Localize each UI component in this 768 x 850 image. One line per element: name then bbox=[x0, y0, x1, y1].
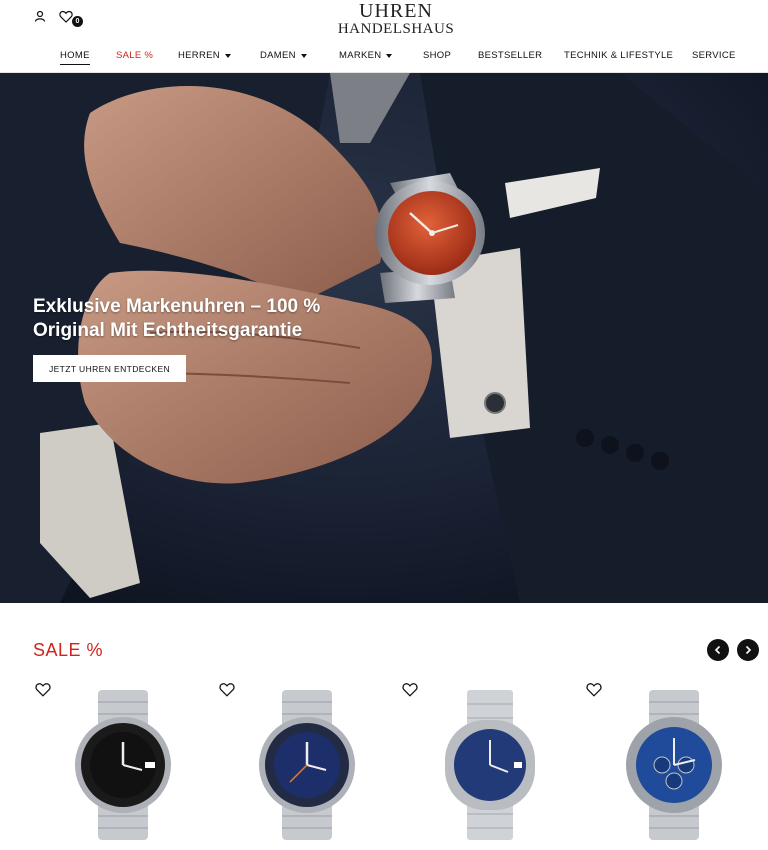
carousel-next-button[interactable] bbox=[737, 639, 759, 661]
nav-marken-label: MARKEN bbox=[339, 50, 382, 61]
nav-home[interactable]: HOME bbox=[60, 50, 90, 65]
nav-sale-label: SALE % bbox=[116, 50, 154, 61]
chevron-down-icon bbox=[300, 53, 307, 58]
discover-watches-button[interactable]: JETZT UHREN ENTDECKEN bbox=[33, 355, 186, 382]
logo-line-2: HANDELSHAUS bbox=[337, 21, 455, 37]
nav-shop-label: SHOP bbox=[423, 50, 452, 61]
carousel-prev-button[interactable] bbox=[707, 639, 729, 661]
chevron-left-icon bbox=[714, 645, 721, 655]
wishlist-heart-icon[interactable]: 0 bbox=[58, 8, 83, 27]
sale-product-carousel bbox=[0, 678, 768, 850]
heart-icon[interactable] bbox=[586, 682, 602, 698]
nav-marken[interactable]: MARKEN bbox=[339, 50, 393, 61]
nav-bestseller-label: BESTSELLER bbox=[478, 50, 543, 61]
wishlist-count-badge: 0 bbox=[72, 16, 83, 27]
site-logo[interactable]: UHREN HANDELSHAUS bbox=[300, 1, 492, 37]
user-icon[interactable] bbox=[32, 8, 48, 24]
nav-bestseller[interactable]: BESTSELLER bbox=[478, 50, 542, 61]
nav-herren[interactable]: HERREN bbox=[178, 50, 231, 61]
nav-damen-label: DAMEN bbox=[260, 50, 296, 61]
heart-icon[interactable] bbox=[35, 682, 51, 698]
chevron-right-icon bbox=[745, 645, 752, 655]
chevron-down-icon bbox=[224, 53, 231, 58]
product-card[interactable] bbox=[217, 678, 401, 850]
heart-icon[interactable] bbox=[219, 682, 235, 698]
product-image-watch bbox=[626, 690, 722, 840]
hero-banner: Exklusive Markenuhren – 100 % Original M… bbox=[0, 73, 768, 603]
nav-herren-label: HERREN bbox=[178, 50, 220, 61]
nav-home-label: HOME bbox=[60, 50, 90, 61]
product-image-watch bbox=[75, 690, 171, 840]
product-image-watch bbox=[445, 690, 535, 840]
heart-icon[interactable] bbox=[402, 682, 418, 698]
product-card[interactable] bbox=[584, 678, 768, 850]
logo-line-1: UHREN bbox=[359, 0, 433, 22]
site-header: 0 UHREN HANDELSHAUS HOME SALE % HERREN D… bbox=[0, 0, 768, 73]
product-card[interactable] bbox=[400, 678, 584, 850]
hero-title: Exklusive Markenuhren – 100 % Original M… bbox=[33, 296, 321, 341]
nav-service-label: SERVICE bbox=[692, 50, 736, 61]
header-icons: 0 bbox=[32, 8, 83, 27]
main-navigation: HOME SALE % HERREN DAMEN MARKEN SHOP BES… bbox=[0, 50, 768, 66]
sale-section-title: SALE % bbox=[33, 640, 104, 660]
nav-damen[interactable]: DAMEN bbox=[260, 50, 307, 61]
nav-sale[interactable]: SALE % bbox=[116, 50, 153, 61]
nav-technik-lifestyle[interactable]: TECHNIK & LIFESTYLE bbox=[564, 50, 673, 61]
chevron-down-icon bbox=[386, 53, 393, 58]
nav-shop[interactable]: SHOP bbox=[423, 50, 451, 61]
product-image-watch bbox=[259, 690, 355, 840]
nav-technik-label: TECHNIK & LIFESTYLE bbox=[564, 50, 674, 61]
product-card[interactable] bbox=[33, 678, 217, 850]
nav-service[interactable]: SERVICE bbox=[692, 50, 736, 61]
